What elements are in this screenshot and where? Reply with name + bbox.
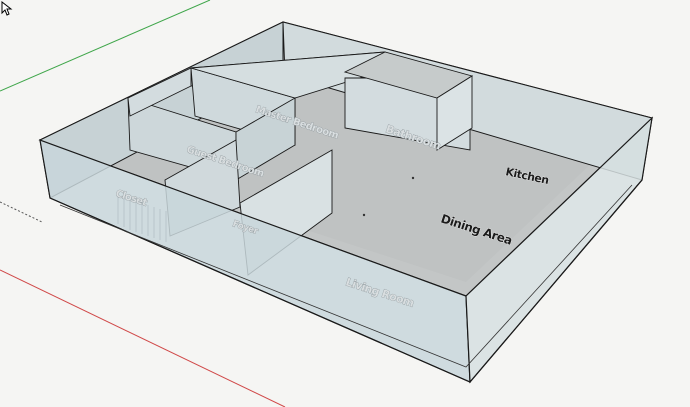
3d-viewport[interactable]: Kitchen Dining Area Bathroom Master Bedr…	[0, 0, 690, 407]
floor-marker-dot	[411, 176, 415, 180]
black-dotted-axis-line	[0, 201, 43, 223]
floor-marker-dot	[362, 213, 366, 217]
red-axis-line	[0, 269, 286, 407]
arrow-cursor-icon	[1, 1, 13, 16]
model-canvas[interactable]: Kitchen Dining Area Bathroom Master Bedr…	[0, 0, 690, 407]
